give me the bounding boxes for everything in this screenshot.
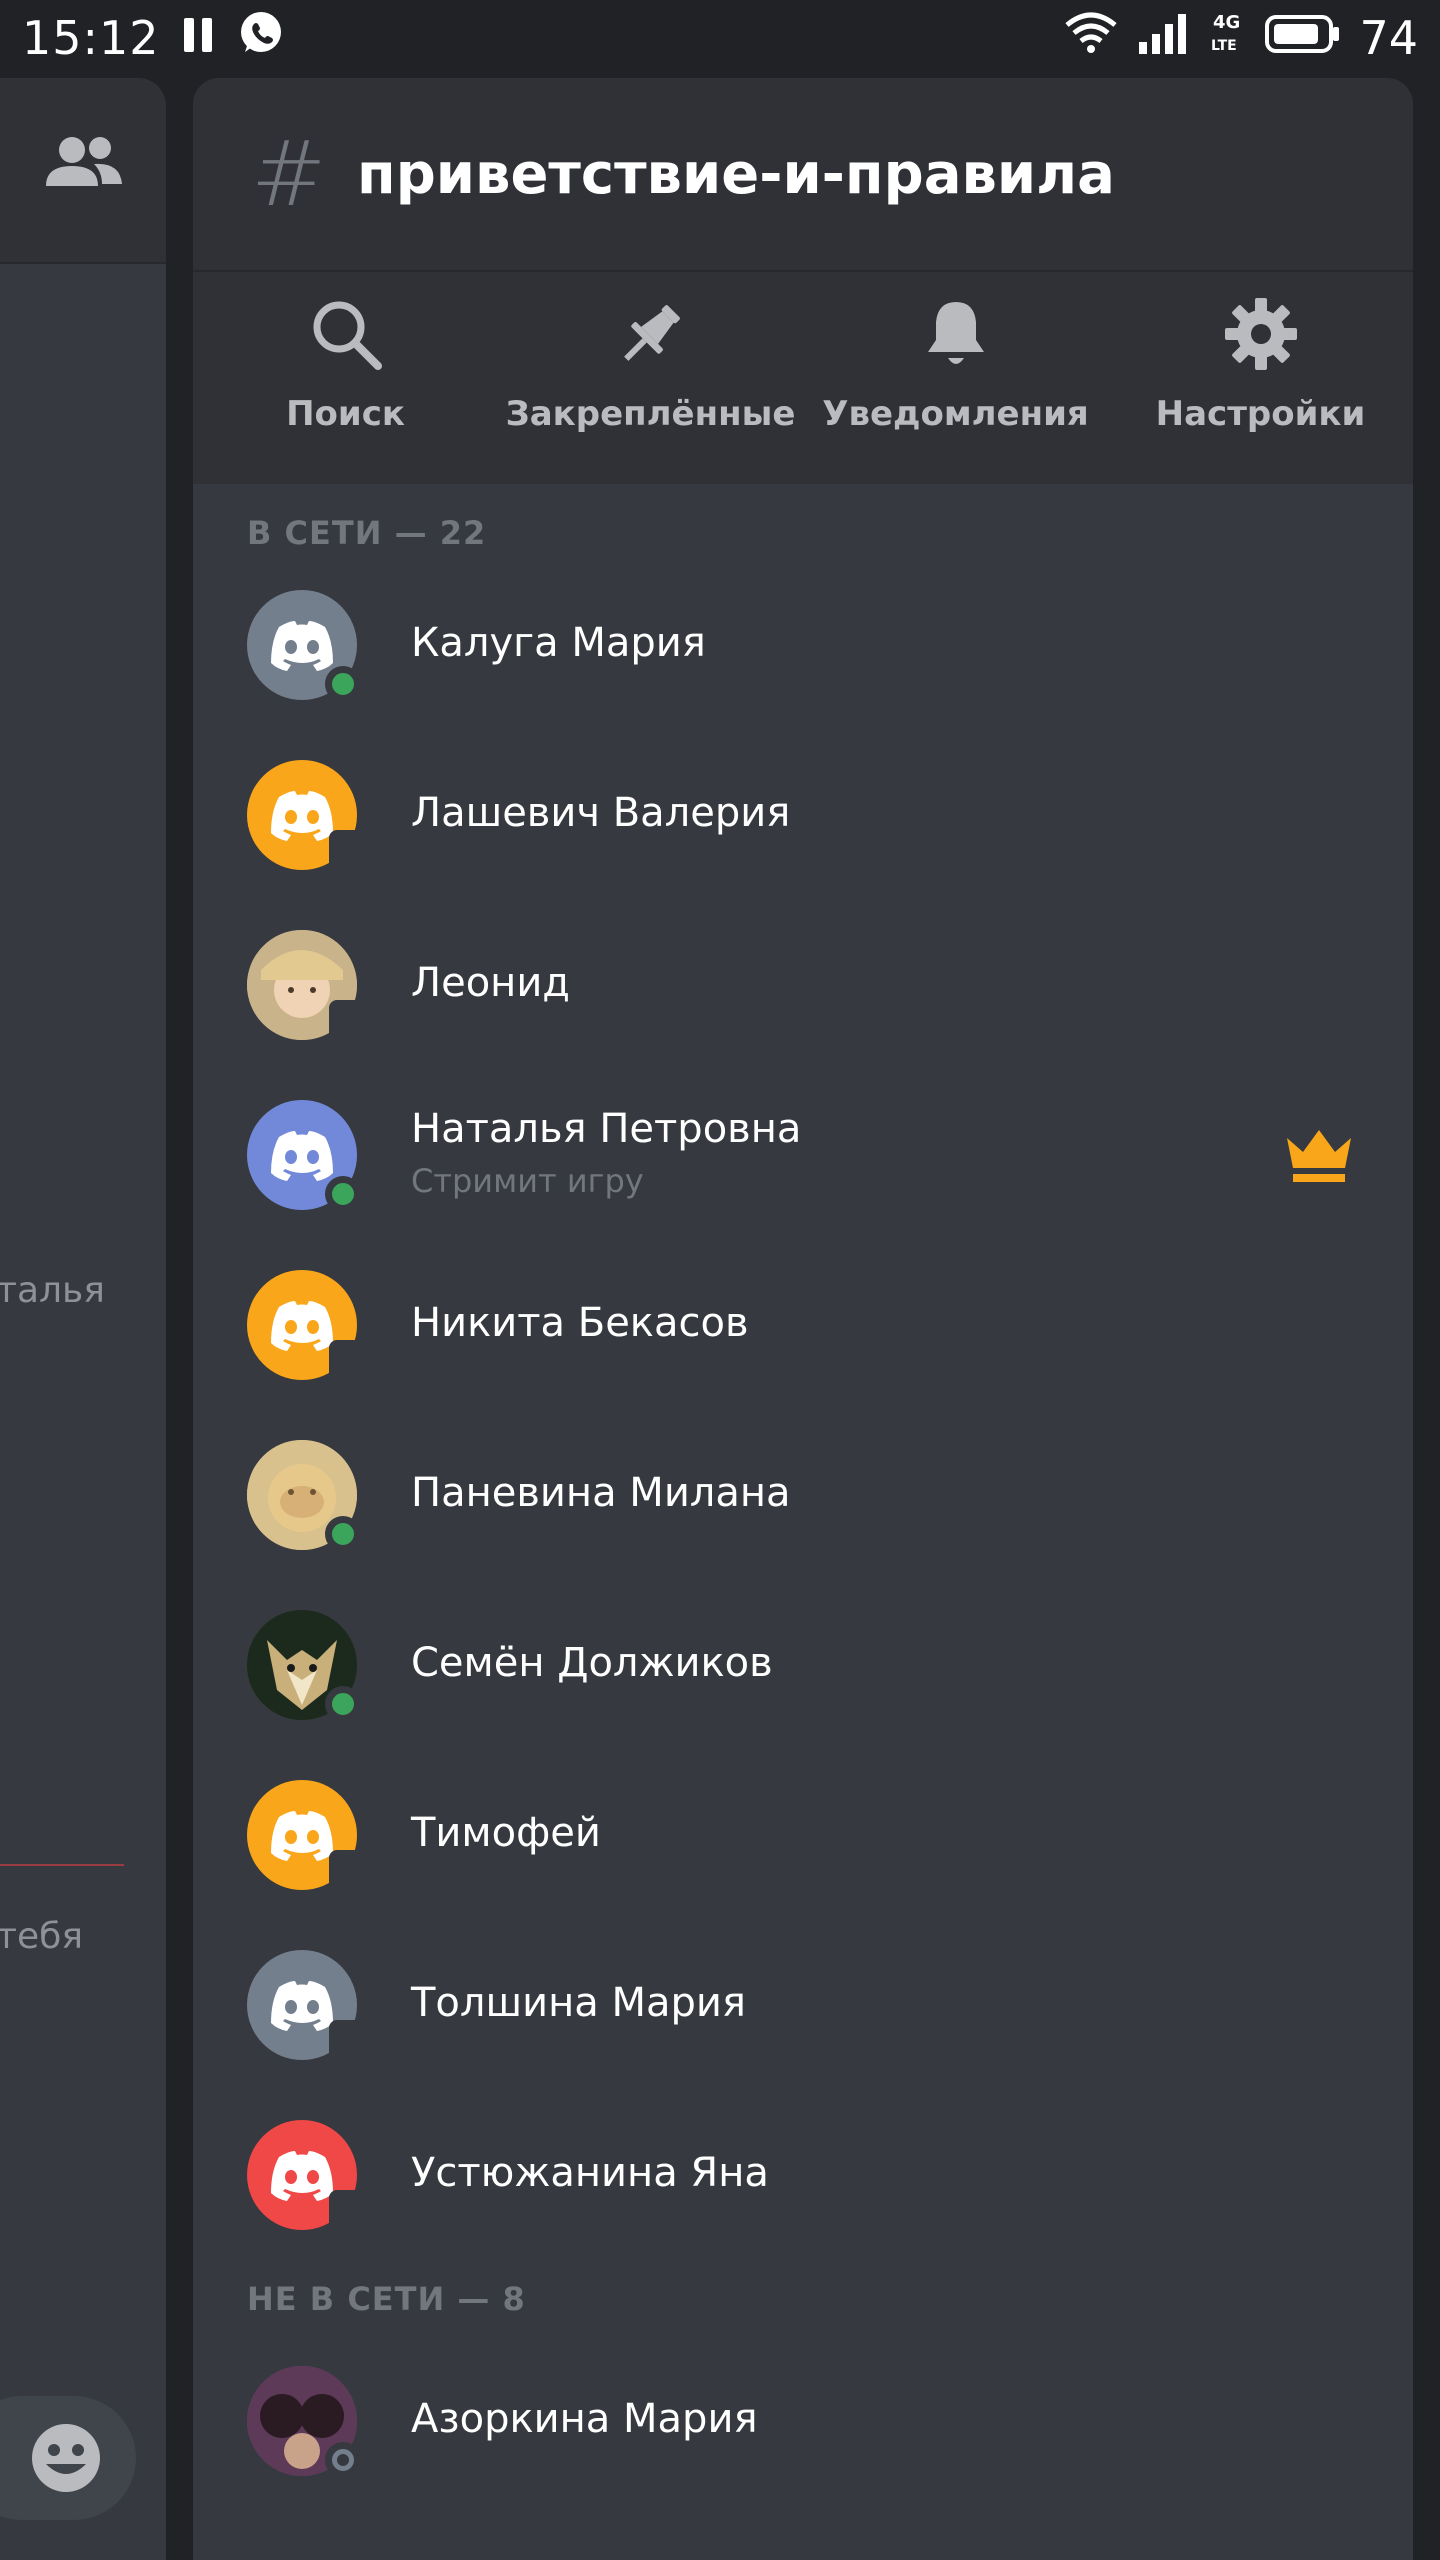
search-button[interactable]: Поиск [193, 296, 498, 482]
avatar [247, 1100, 361, 1212]
discord-logo-icon [271, 621, 333, 671]
discord-logo-icon [271, 2151, 333, 2201]
mobile-status-icon [329, 1850, 363, 1896]
member-row[interactable]: Устюжанина Яна [193, 2090, 1413, 2260]
search-label: Поиск [286, 394, 405, 434]
new-messages-divider [0, 1864, 124, 1866]
member-list: В СЕТИ — 22 Калуга Мария Лашевич Валерия Л… [193, 484, 1413, 2560]
pause-icon [182, 11, 216, 65]
background-chat-panel[interactable]: талья тебя [0, 78, 166, 2560]
member-name: Толшина Мария [411, 1980, 746, 2026]
background-body: талья тебя [0, 264, 166, 2560]
gear-icon [1224, 298, 1297, 370]
pin-icon [623, 305, 680, 361]
avatar [247, 1610, 361, 1722]
discord-logo-icon [271, 1301, 333, 1351]
emoji-button[interactable] [0, 2396, 136, 2520]
crown-icon [1287, 1130, 1351, 1182]
member-row[interactable]: Тимофей [193, 1750, 1413, 1920]
avatar [247, 590, 361, 702]
member-name: Тимофей [411, 1810, 601, 1856]
members-icon[interactable] [44, 132, 124, 196]
notifications-label: Уведомления [822, 394, 1089, 434]
mobile-status-icon [329, 2190, 363, 2236]
member-row[interactable]: Паневина Милана [193, 1410, 1413, 1580]
member-row[interactable]: Никита Бекасов [193, 1240, 1413, 1410]
member-name: Леонид [411, 960, 570, 1006]
member-name: Никита Бекасов [411, 1300, 749, 1346]
online-status-icon [325, 1686, 361, 1722]
bell-icon [927, 302, 984, 364]
avatar [247, 1270, 363, 1386]
search-icon [313, 301, 382, 370]
online-status-icon [325, 666, 361, 702]
member-name: Наталья Петровна [411, 1106, 802, 1152]
member-row[interactable]: Лашевич Валерия [193, 730, 1413, 900]
member-row[interactable]: Наталья Петровна Стримит игру [193, 1070, 1413, 1240]
member-name: Паневина Милана [411, 1470, 791, 1516]
settings-label: Настройки [1155, 394, 1366, 434]
avatar [247, 2366, 361, 2478]
online-section-header: В СЕТИ — 22 [247, 514, 487, 552]
offline-section-header: НЕ В СЕТИ — 8 [247, 2280, 526, 2318]
avatar [247, 760, 363, 876]
member-name: Азоркина Мария [411, 2396, 758, 2442]
settings-button[interactable]: Настройки [1108, 296, 1413, 482]
member-row[interactable]: Семён Должиков [193, 1580, 1413, 1750]
network-type-icon: 4G LTE [1211, 10, 1247, 65]
status-time: 15:12 [22, 10, 160, 65]
offline-status-icon [325, 2442, 361, 2478]
member-row[interactable]: Леонид [193, 900, 1413, 1070]
member-name: Калуга Мария [411, 620, 706, 666]
member-row[interactable]: Азоркина Мария [193, 2336, 1413, 2506]
avatar [247, 1440, 361, 1552]
svg-text:4G: 4G [1213, 12, 1240, 33]
avatar [247, 1950, 363, 2066]
background-header [0, 78, 166, 264]
member-name: Лашевич Валерия [411, 790, 791, 836]
discord-logo-icon [271, 1981, 333, 2031]
whatsapp-icon [238, 9, 284, 66]
discord-logo-icon [271, 1811, 333, 1861]
battery-icon [1265, 11, 1341, 65]
avatar [247, 1780, 363, 1896]
channel-actions: Поиск Закреплённые Уведомления Настройки [193, 272, 1413, 482]
battery-level: 74 [1359, 10, 1418, 65]
pinned-button[interactable]: Закреплённые [498, 296, 803, 482]
avatar [247, 2120, 363, 2236]
status-bar: 15:12 4G LTE 74 [0, 0, 1440, 75]
avatar [247, 930, 363, 1046]
channel-header: # приветствие-и-правила [193, 78, 1413, 272]
screen: 15:12 4G LTE 74 талья тебя # приветствие… [0, 0, 1440, 2560]
channel-info-drawer: # приветствие-и-правила Поиск Закреплённ… [193, 78, 1413, 2560]
wifi-icon [1063, 9, 1119, 66]
mobile-status-icon [329, 830, 363, 876]
emoji-icon [32, 2424, 100, 2492]
notifications-button[interactable]: Уведомления [803, 296, 1108, 482]
pinned-label: Закреплённые [505, 394, 796, 434]
background-text-fragment: талья [0, 1270, 105, 1311]
mobile-status-icon [329, 2020, 363, 2066]
discord-logo-icon [271, 791, 333, 841]
member-activity: Стримит игру [411, 1162, 644, 1200]
online-status-icon [325, 1176, 361, 1212]
member-row[interactable]: Толшина Мария [193, 1920, 1413, 2090]
svg-text:LTE: LTE [1211, 38, 1237, 54]
background-text-fragment: тебя [0, 1916, 83, 1957]
online-status-icon [325, 1516, 361, 1552]
signal-icon [1137, 11, 1193, 65]
hash-icon: # [251, 121, 327, 227]
member-name: Устюжанина Яна [411, 2150, 769, 2196]
member-name: Семён Должиков [411, 1640, 773, 1686]
discord-logo-icon [271, 1131, 333, 1181]
mobile-status-icon [329, 1000, 363, 1046]
member-row[interactable]: Калуга Мария [193, 560, 1413, 730]
mobile-status-icon [329, 1340, 363, 1386]
channel-title: приветствие-и-правила [357, 141, 1115, 207]
